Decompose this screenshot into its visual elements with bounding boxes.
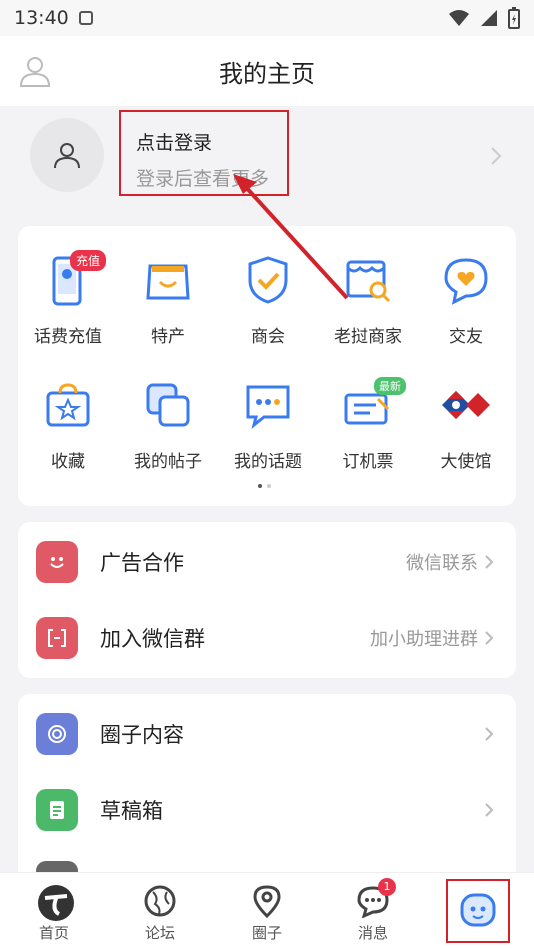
flags-icon xyxy=(440,379,492,431)
tab-messages[interactable]: 1 消息 xyxy=(328,873,418,949)
list-row-circle-content[interactable]: 圈子内容 xyxy=(18,696,516,772)
grid-item-topup[interactable]: 充值 话费充值 xyxy=(18,226,118,347)
ticket-icon: 最新 xyxy=(342,377,406,431)
document-icon xyxy=(36,789,78,831)
grid-item-laos-merchants[interactable]: 老挝商家 xyxy=(318,226,418,347)
chevron-right-icon xyxy=(485,631,494,645)
grid-item-label: 特产 xyxy=(151,327,185,347)
chevron-right-icon xyxy=(485,555,494,569)
robot-face-icon xyxy=(460,893,496,927)
posts-icon xyxy=(142,379,194,431)
login-title[interactable]: 点击登录 xyxy=(136,128,212,155)
grid-item-label: 我的帖子 xyxy=(134,452,202,472)
page-header: 我的主页 xyxy=(0,36,534,106)
message-count-badge: 1 xyxy=(378,878,396,896)
tab-home[interactable]: 首页 xyxy=(9,873,99,949)
tab-label: 圈子 xyxy=(251,924,282,942)
profile-section[interactable]: 点击登录 登录后查看更多 xyxy=(0,106,534,211)
battery-icon xyxy=(508,7,520,29)
new-badge: 最新 xyxy=(374,377,406,395)
service-list: 广告合作 微信联系 加入微信群 加小助理进群 xyxy=(18,522,516,678)
store-search-icon xyxy=(342,254,394,306)
chevron-right-icon[interactable] xyxy=(490,146,502,166)
row-title: 广告合作 xyxy=(100,551,184,575)
row-title: 圈子内容 xyxy=(100,723,184,747)
grid-item-dating[interactable]: 交友 xyxy=(416,226,516,347)
spiral-icon xyxy=(36,713,78,755)
phone-topup-icon: 充值 xyxy=(42,250,107,306)
avatar[interactable] xyxy=(30,118,104,192)
shield-check-icon xyxy=(242,254,294,306)
grid-item-label: 话费充值 xyxy=(34,327,102,347)
heart-chat-icon xyxy=(440,254,492,306)
chat-bubble-icon: 1 xyxy=(356,878,396,919)
content-list: 圈子内容 草稿箱 xyxy=(18,694,516,894)
globe-icon xyxy=(143,884,177,918)
grid-item-specialty[interactable]: 特产 xyxy=(118,226,218,347)
grid-item-embassy[interactable]: 大使馆 xyxy=(416,351,516,472)
chevron-right-icon xyxy=(485,803,494,817)
bottom-tab-bar: 首页 论坛 圈子 1 消息 xyxy=(0,872,534,949)
tab-label: 首页 xyxy=(38,924,69,942)
home-logo-icon xyxy=(37,884,74,921)
page-title: 我的主页 xyxy=(219,59,315,88)
signal-icon xyxy=(481,10,497,26)
user-icon xyxy=(54,143,80,169)
grid-item-flight-tickets[interactable]: 最新 订机票 xyxy=(318,351,418,472)
user-icon[interactable] xyxy=(18,54,52,88)
grid-item-label: 订机票 xyxy=(342,452,394,472)
tab-circle[interactable]: 圈子 xyxy=(222,873,312,949)
topup-badge: 充值 xyxy=(70,250,107,271)
grid-item-favorites[interactable]: 收藏 xyxy=(18,351,118,472)
status-icons xyxy=(448,7,520,29)
list-row-ad-cooperation[interactable]: 广告合作 微信联系 xyxy=(18,524,516,600)
grid-item-label: 收藏 xyxy=(51,452,85,472)
row-title: 加入微信群 xyxy=(100,627,205,651)
row-title: 草稿箱 xyxy=(100,799,163,823)
location-pin-icon xyxy=(250,884,284,919)
shield-icon xyxy=(78,11,93,25)
shopping-bag-icon xyxy=(142,254,194,306)
status-bar: 13:40 xyxy=(0,0,534,36)
topic-chat-icon xyxy=(242,379,294,431)
grid-item-label: 大使馆 xyxy=(440,452,492,472)
page-indicator xyxy=(258,484,271,488)
list-row-drafts[interactable]: 草稿箱 xyxy=(18,772,516,848)
star-bag-icon xyxy=(42,379,94,431)
smile-icon xyxy=(36,541,78,583)
wifi-icon xyxy=(449,10,469,26)
tab-label: 消息 xyxy=(357,924,388,942)
grid-item-label: 我的话题 xyxy=(234,452,302,472)
tab-label: 论坛 xyxy=(144,924,175,942)
grid-item-my-topics[interactable]: 我的话题 xyxy=(218,351,318,472)
grid-item-my-posts[interactable]: 我的帖子 xyxy=(118,351,218,472)
login-subtitle: 登录后查看更多 xyxy=(136,168,270,190)
grid-item-label: 交友 xyxy=(449,327,483,347)
tab-forum[interactable]: 论坛 xyxy=(115,873,205,949)
row-hint: 微信联系 xyxy=(406,553,478,574)
grid-item-label: 商会 xyxy=(251,327,285,347)
list-row-wechat-group[interactable]: 加入微信群 加小助理进群 xyxy=(18,600,516,676)
grid-item-chamber[interactable]: 商会 xyxy=(218,226,318,347)
shortcut-grid: 充值 话费充值 特产 商会 老挝商家 交友 收藏 我的帖子 我的话题 最新 订机… xyxy=(18,226,516,506)
chevron-right-icon xyxy=(485,727,494,741)
row-hint: 加小助理进群 xyxy=(370,629,478,650)
login-highlight-box[interactable]: 点击登录 登录后查看更多 xyxy=(119,110,289,196)
grid-item-label: 老挝商家 xyxy=(334,327,402,347)
bracket-icon xyxy=(36,617,78,659)
tab-mine[interactable] xyxy=(446,879,510,943)
status-time: 13:40 xyxy=(14,7,69,29)
